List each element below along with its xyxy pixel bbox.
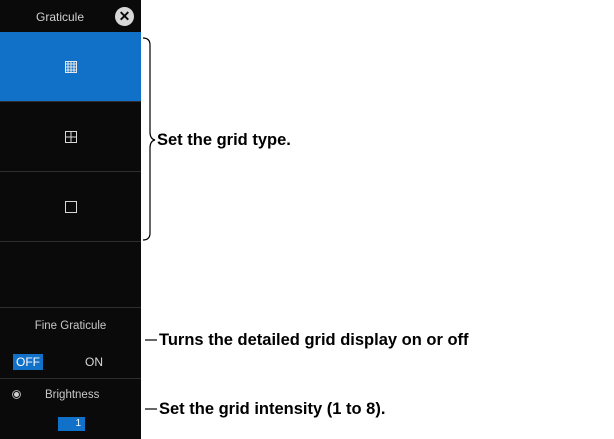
grid-type-annotation: Set the grid type. [157, 131, 291, 149]
grid-type-bracket [142, 37, 156, 241]
brightness-annotation: Set the grid intensity (1 to 8). [159, 400, 386, 418]
annotation-brackets [142, 37, 157, 410]
fine-graticule-annotation: Turns the detailed grid display on or of… [159, 331, 469, 349]
